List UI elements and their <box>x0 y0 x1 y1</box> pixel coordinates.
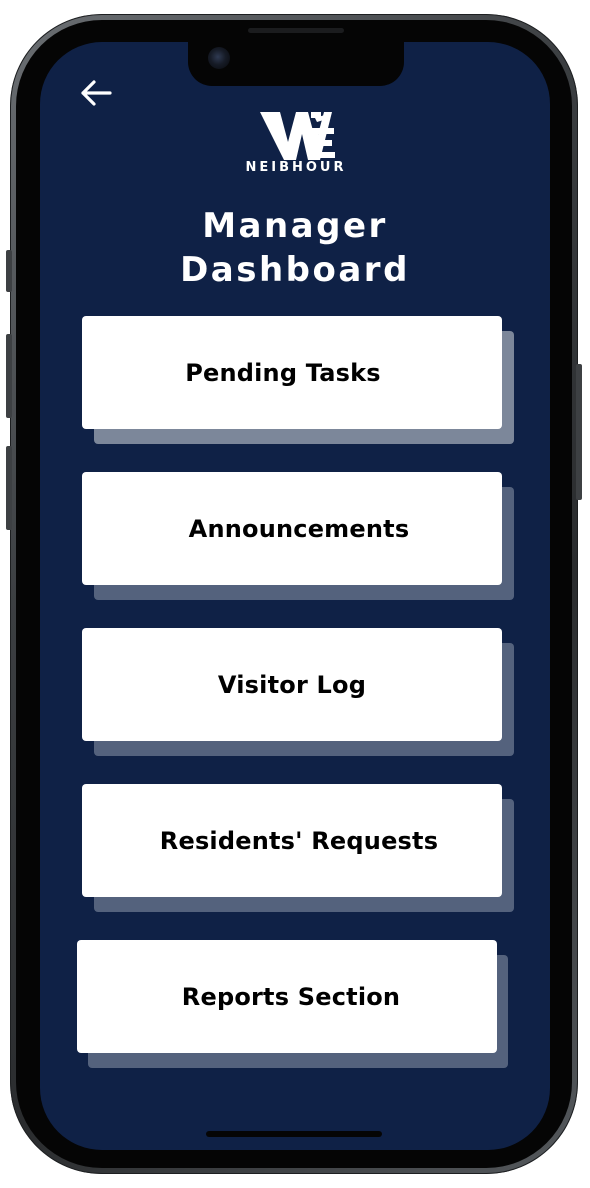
reports-section-label: Reports Section <box>181 982 401 1011</box>
visitor-log-label: Visitor Log <box>217 670 367 699</box>
announcements-button[interactable]: Announcements <box>82 472 502 585</box>
residents-requests-button[interactable]: Residents' Requests <box>82 784 502 897</box>
power-button <box>576 364 582 500</box>
reports-section-button[interactable]: Reports Section <box>77 940 497 1053</box>
front-camera <box>208 47 230 69</box>
page-title-line1: Manager <box>202 206 388 246</box>
speaker-grille <box>248 28 344 33</box>
pending-tasks-label: Pending Tasks <box>185 358 381 387</box>
page-title-line2: Dashboard <box>180 250 410 290</box>
page-title: Manager Dashboard <box>60 204 530 292</box>
visitor-log-button[interactable]: Visitor Log <box>82 628 502 741</box>
back-button[interactable] <box>74 74 118 112</box>
residents-requests-label: Residents' Requests <box>159 826 439 855</box>
volume-down-button <box>6 446 12 530</box>
pending-tasks-button[interactable]: Pending Tasks <box>82 316 502 429</box>
silent-switch <box>6 250 12 292</box>
volume-up-button <box>6 334 12 418</box>
logo-subtext: NEIBHOUR <box>245 160 347 175</box>
home-indicator[interactable] <box>206 1131 382 1137</box>
announcements-label: Announcements <box>188 514 410 543</box>
arrow-left-icon <box>81 80 112 106</box>
